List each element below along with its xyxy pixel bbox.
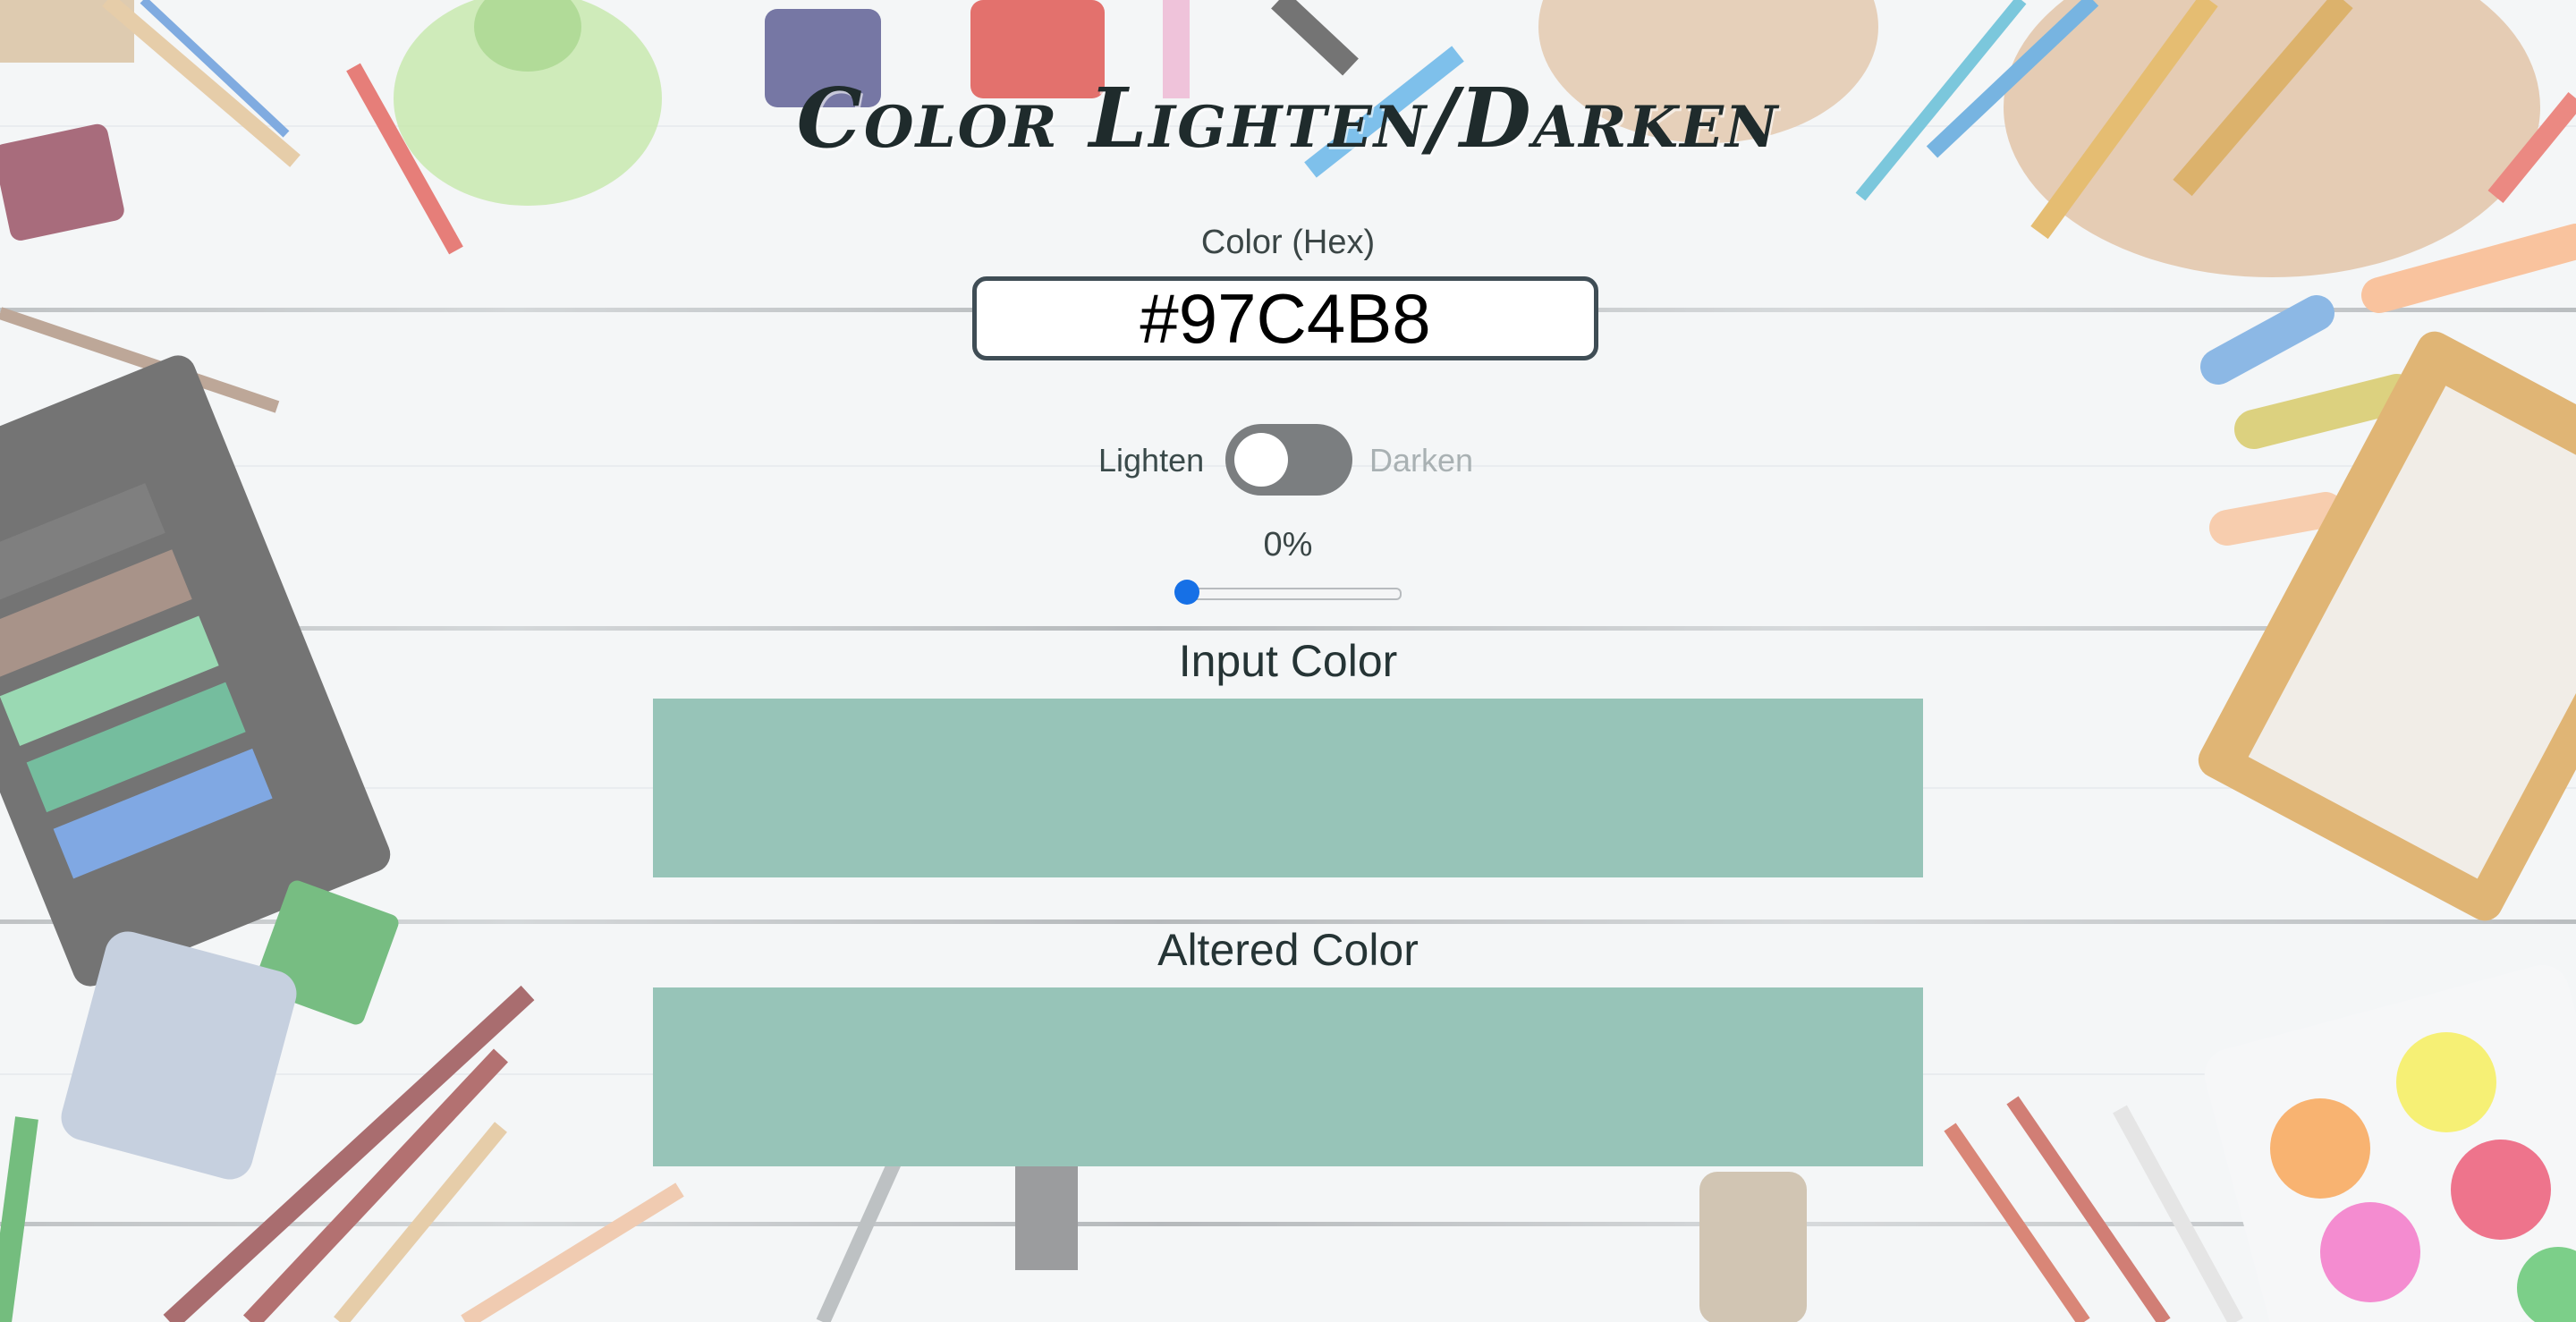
mode-toggle-row: Lighten Darken	[0, 424, 2576, 496]
input-color-label: Input Color	[1178, 636, 1398, 686]
page-title: Color Lighten/Darken	[796, 70, 1780, 166]
lighten-darken-toggle[interactable]	[1225, 424, 1352, 496]
darken-label: Darken	[1369, 442, 1474, 479]
altered-color-swatch	[653, 987, 1923, 1166]
altered-color-label: Altered Color	[1157, 925, 1419, 975]
input-color-swatch	[653, 699, 1923, 877]
slider-track	[1182, 588, 1402, 600]
lighten-label: Lighten	[1098, 442, 1205, 479]
slider-thumb[interactable]	[1174, 580, 1199, 605]
hex-color-input[interactable]	[972, 276, 1598, 360]
hex-input-label: Color (Hex)	[1200, 224, 1376, 261]
toggle-knob	[1234, 433, 1288, 487]
amount-slider[interactable]	[1174, 580, 1402, 605]
percentage-value: 0%	[1263, 526, 1313, 564]
